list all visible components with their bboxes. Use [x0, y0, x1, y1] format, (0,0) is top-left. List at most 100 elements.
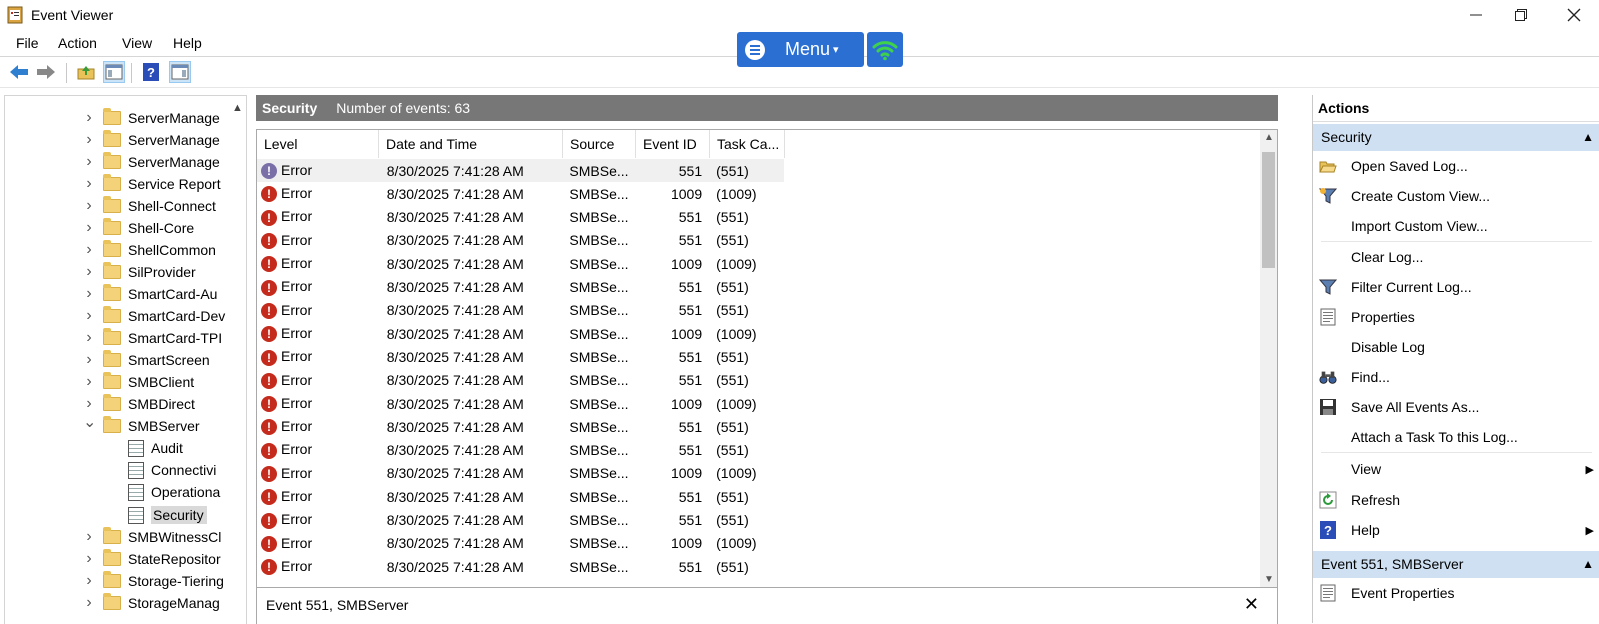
table-row[interactable]: ! Error 8/30/2025 7:41:28 AM SMBSe... 551 (55… — [257, 276, 784, 299]
tree-folder-item[interactable]: › ShellCommon — [83, 239, 216, 261]
table-row[interactable]: ! Error 8/30/2025 7:41:28 AM SMBSe... 551 (55… — [257, 369, 784, 392]
action-disable-log[interactable]: Disable Log — [1313, 332, 1599, 362]
tree-folder-item[interactable]: › ServerManage — [83, 107, 220, 129]
table-row[interactable]: ! Error 8/30/2025 7:41:28 AM SMBSe... 551 (55… — [257, 206, 784, 229]
action-filter-current-log[interactable]: Filter Current Log... — [1313, 272, 1599, 302]
tree-folder-item[interactable]: › SmartScreen — [83, 349, 210, 371]
table-row[interactable]: ! Error 8/30/2025 7:41:28 AM SMBSe... 551 (55… — [257, 439, 784, 462]
events-table[interactable]: Level Date and Time Source Event ID Task… — [256, 129, 1278, 588]
chevron-right-icon[interactable]: › — [83, 263, 95, 281]
tree-folder-item[interactable]: › SMBWitnessCl — [83, 526, 221, 548]
wifi-button[interactable] — [867, 32, 903, 67]
back-button[interactable] — [8, 61, 30, 83]
tree-folder-item[interactable]: › Service Report — [83, 173, 221, 195]
chevron-right-icon[interactable]: › — [83, 197, 95, 215]
chevron-right-icon[interactable]: › — [83, 307, 95, 325]
scroll-down-icon[interactable]: ▼ — [1264, 574, 1274, 585]
table-row[interactable]: ! Error 8/30/2025 7:41:28 AM SMBSe... 551 (55… — [257, 345, 784, 368]
tree-folder-item[interactable]: › SMBClient — [83, 371, 194, 393]
menu-help[interactable]: Help — [173, 35, 202, 51]
action-open-saved-log[interactable]: Open Saved Log... — [1313, 151, 1599, 181]
table-row[interactable]: ! Error 8/30/2025 7:41:28 AM SMBSe... 551 (55… — [257, 229, 784, 252]
tree-scrollbar[interactable]: ▲ — [229, 96, 246, 624]
table-row[interactable]: ! Error 8/30/2025 7:41:28 AM SMBSe... 551 (55… — [257, 485, 784, 508]
action-view[interactable]: View ▶ — [1313, 453, 1599, 485]
chevron-right-icon[interactable]: › — [83, 351, 95, 369]
tree-folder-item[interactable]: › ServerManage — [83, 151, 220, 173]
collapse-icon[interactable]: ▲ — [1582, 124, 1594, 151]
tree-folder-item[interactable]: › Shell-Core — [83, 217, 194, 239]
action-save-all-events-as[interactable]: Save All Events As... — [1313, 392, 1599, 422]
chevron-right-icon[interactable]: › — [83, 131, 95, 149]
tree-folder-item[interactable]: › SmartCard-TPI — [83, 327, 222, 349]
table-row[interactable]: ! Error 8/30/2025 7:41:28 AM SMBSe... 551 (55… — [257, 159, 784, 182]
chevron-right-icon[interactable]: › — [83, 594, 95, 612]
menu-view[interactable]: View — [122, 35, 152, 51]
column-header-source[interactable]: Source — [563, 130, 636, 158]
menu-action[interactable]: Action — [58, 35, 97, 51]
chevron-right-icon[interactable]: › — [83, 373, 95, 391]
table-row[interactable]: ! Error 8/30/2025 7:41:28 AM SMBSe... 1009 (1… — [257, 532, 784, 555]
chevron-down-icon[interactable]: ⌄ — [83, 412, 96, 432]
chevron-right-icon[interactable]: › — [83, 285, 95, 303]
chevron-right-icon[interactable]: › — [83, 572, 95, 590]
chevron-right-icon[interactable]: › — [83, 241, 95, 259]
action-find[interactable]: Find... — [1313, 362, 1599, 392]
chevron-right-icon[interactable]: › — [83, 219, 95, 237]
tree-folder-item[interactable]: › SilProvider — [83, 261, 196, 283]
up-folder-button[interactable] — [75, 61, 97, 83]
action-event-properties[interactable]: Event Properties — [1313, 578, 1599, 608]
actions-section-security[interactable]: Security ▲ — [1313, 124, 1599, 151]
column-header-task-category[interactable]: Task Ca... — [710, 130, 785, 158]
table-row[interactable]: ! Error 8/30/2025 7:41:28 AM SMBSe... 1009 (1… — [257, 182, 784, 205]
table-row[interactable]: ! Error 8/30/2025 7:41:28 AM SMBSe... 1009 (1… — [257, 392, 784, 415]
action-refresh[interactable]: Refresh — [1313, 485, 1599, 515]
close-button[interactable] — [1551, 0, 1597, 30]
action-attach-a-task-to-this-log[interactable]: Attach a Task To this Log... — [1313, 422, 1599, 452]
table-row[interactable]: ! Error 8/30/2025 7:41:28 AM SMBSe... 551 (55… — [257, 299, 784, 322]
table-row[interactable]: ! Error 8/30/2025 7:41:28 AM SMBSe... 1009 (1… — [257, 322, 784, 345]
tree-folder-item[interactable]: › Shell-Connect — [83, 195, 216, 217]
action-clear-log[interactable]: Clear Log... — [1313, 242, 1599, 272]
tree-folder-item[interactable]: › SmartCard-Au — [83, 283, 217, 305]
chevron-up-icon[interactable]: ▲ — [232, 102, 243, 114]
action-help[interactable]: ? Help ▶ — [1313, 515, 1599, 545]
chevron-right-icon[interactable]: › — [83, 175, 95, 193]
console-tree[interactable]: ▲ › ServerManage › ServerManage › ServerManag… — [4, 95, 247, 624]
minimize-button[interactable] — [1453, 0, 1499, 30]
tree-folder-item[interactable]: › StateRepositor — [83, 548, 221, 570]
collapse-icon[interactable]: ▲ — [1582, 551, 1594, 578]
column-header-date[interactable]: Date and Time — [379, 130, 563, 158]
events-scrollbar[interactable]: ▲ ▼ — [1260, 130, 1277, 587]
tree-folder-item[interactable]: › SmartCard-Dev — [83, 305, 225, 327]
menu-file[interactable]: File — [16, 35, 39, 51]
tree-log-item[interactable]: Security — [128, 504, 207, 526]
chevron-right-icon[interactable]: › — [83, 153, 95, 171]
action-properties[interactable]: Properties — [1313, 302, 1599, 332]
show-action-pane-button[interactable] — [169, 61, 191, 83]
action-create-custom-view[interactable]: Create Custom View... — [1313, 181, 1599, 211]
chevron-right-icon[interactable]: › — [83, 329, 95, 347]
action-import-custom-view[interactable]: Import Custom View... — [1313, 211, 1599, 241]
tree-folder-item[interactable]: › ServerManage — [83, 129, 220, 151]
chevron-right-icon[interactable]: › — [83, 550, 95, 568]
table-row[interactable]: ! Error 8/30/2025 7:41:28 AM SMBSe... 1009 (1… — [257, 252, 784, 275]
actions-section-event[interactable]: Event 551, SMBServer ▲ — [1313, 551, 1599, 578]
tree-folder-item[interactable]: ⌄ SMBServer — [83, 412, 200, 437]
chevron-right-icon[interactable]: › — [83, 528, 95, 546]
tree-log-item[interactable]: Operationa — [128, 481, 220, 503]
help-button[interactable]: ? — [140, 61, 162, 83]
tree-log-item[interactable]: Audit — [128, 437, 183, 459]
tree-folder-item[interactable]: › Storage-Tiering — [83, 570, 224, 592]
restore-button[interactable] — [1498, 0, 1544, 30]
tree-folder-item[interactable]: › StorageManag — [83, 592, 220, 614]
close-detail-icon[interactable]: ✕ — [1244, 594, 1259, 615]
show-tree-button[interactable] — [103, 61, 125, 83]
chevron-right-icon[interactable]: › — [83, 395, 95, 413]
tree-folder-item[interactable]: › SMBDirect — [83, 393, 195, 415]
overlay-menu-button[interactable]: Menu ▾ — [737, 32, 864, 67]
forward-button[interactable] — [35, 61, 57, 83]
column-header-event-id[interactable]: Event ID — [636, 130, 710, 158]
table-row[interactable]: ! Error 8/30/2025 7:41:28 AM SMBSe... 551 (55… — [257, 509, 784, 532]
table-row[interactable]: ! Error 8/30/2025 7:41:28 AM SMBSe... 551 (55… — [257, 415, 784, 438]
